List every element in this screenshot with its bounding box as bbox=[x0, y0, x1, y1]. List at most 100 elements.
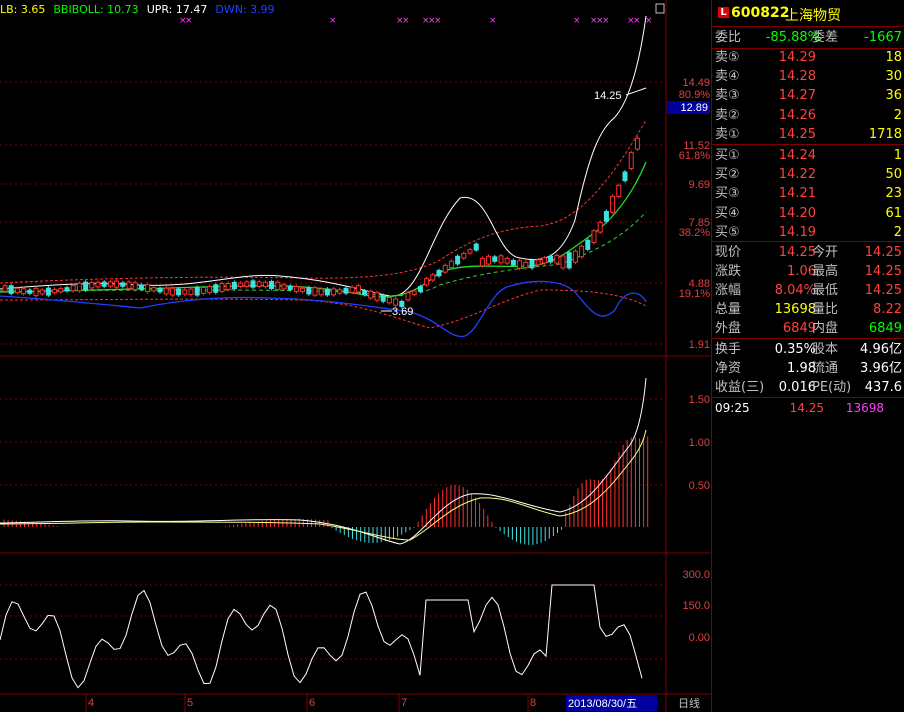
candle bbox=[208, 286, 212, 292]
candle bbox=[3, 286, 7, 292]
row-label: 买② bbox=[715, 165, 740, 184]
sell-level-row: 卖① 14.25 1718 bbox=[712, 125, 904, 144]
candle bbox=[418, 287, 422, 292]
candle bbox=[282, 285, 286, 289]
candle bbox=[201, 288, 205, 294]
high-annotation: 14.25 bbox=[594, 90, 622, 102]
row-value: 0.35% bbox=[760, 340, 816, 359]
svg-text:×: × bbox=[402, 16, 410, 26]
candle bbox=[164, 288, 168, 294]
row-label-2: 最高 bbox=[812, 262, 838, 281]
candle bbox=[71, 286, 75, 291]
candle bbox=[511, 260, 515, 265]
candle bbox=[592, 231, 596, 243]
row-label: 收益(三) bbox=[715, 378, 764, 397]
row-label: 现价 bbox=[715, 243, 741, 262]
candle bbox=[139, 285, 143, 289]
svg-text:×: × bbox=[434, 16, 442, 26]
candle bbox=[28, 290, 32, 293]
macd-tick: 1.50 bbox=[689, 394, 710, 406]
price-tick: 9.69 bbox=[689, 179, 710, 191]
candle bbox=[177, 289, 181, 295]
row-label: 涨幅 bbox=[715, 281, 741, 300]
candle bbox=[152, 288, 156, 291]
candle bbox=[375, 293, 379, 300]
candle bbox=[9, 286, 13, 294]
candle bbox=[90, 283, 94, 288]
row-value-2: 2 bbox=[894, 223, 902, 242]
candle bbox=[239, 283, 243, 286]
cci-tick: 150.0 bbox=[682, 600, 710, 612]
candle bbox=[332, 289, 336, 295]
tick-time: 09:25 bbox=[715, 399, 750, 418]
candle bbox=[363, 291, 367, 295]
stock-code: 600822 bbox=[731, 5, 789, 21]
price-tick: 14.49 bbox=[682, 77, 710, 89]
row-value: 14.25 bbox=[760, 125, 816, 144]
stat-row: 涨跌 1.06 最高 14.25 bbox=[712, 262, 904, 281]
buy-level-row: 买⑤ 14.19 2 bbox=[712, 223, 904, 242]
stat-row: 外盘 6849 内盘 6849 bbox=[712, 319, 904, 338]
svg-text:×: × bbox=[633, 16, 641, 26]
row-value-2: 437.6 bbox=[865, 378, 902, 397]
candle bbox=[65, 288, 69, 291]
buy-level-row: 买② 14.22 50 bbox=[712, 165, 904, 184]
row-label: 卖② bbox=[715, 106, 740, 125]
candle bbox=[232, 282, 236, 288]
row-value-2: 61 bbox=[885, 204, 902, 223]
tick-price: 14.25 bbox=[768, 399, 824, 418]
row-value-2: 30 bbox=[885, 67, 902, 86]
candle bbox=[108, 282, 112, 286]
row-label: 换手 bbox=[715, 340, 741, 359]
sell-level-row: 卖⑤ 14.29 18 bbox=[712, 48, 904, 67]
candle bbox=[59, 289, 63, 292]
fib-label: 80.9% bbox=[679, 89, 710, 101]
sell-level-row: 卖④ 14.28 30 bbox=[712, 67, 904, 86]
candle bbox=[549, 256, 553, 262]
period-label[interactable]: 日线 bbox=[678, 696, 700, 710]
candle bbox=[437, 270, 441, 275]
candle bbox=[96, 282, 100, 287]
kline-chart-area[interactable]: 14.49 11.52 9.69 7.85 4.88 1.91 80.9% 61… bbox=[0, 0, 711, 712]
candle bbox=[40, 290, 44, 294]
row-value-2: 3.96亿 bbox=[860, 359, 902, 378]
row-value: 14.24 bbox=[760, 146, 816, 165]
stat-row: 净资 1.98 流通 3.96亿 bbox=[712, 359, 904, 378]
row-value: 14.28 bbox=[760, 67, 816, 86]
candle bbox=[189, 289, 193, 294]
candle bbox=[301, 288, 305, 291]
candle bbox=[456, 256, 460, 264]
row-label: 卖① bbox=[715, 125, 740, 144]
row-label-2: 流通 bbox=[812, 359, 838, 378]
time-tick: 6 bbox=[309, 697, 315, 709]
candle bbox=[425, 279, 429, 285]
candle bbox=[121, 283, 125, 286]
row-label: 卖④ bbox=[715, 67, 740, 86]
cci-tick: 300.0 bbox=[682, 569, 710, 581]
buy-level-row: 买① 14.24 1 bbox=[712, 146, 904, 165]
candle bbox=[46, 288, 50, 295]
candle bbox=[84, 282, 88, 290]
row-value-2: 18 bbox=[885, 48, 902, 67]
candle bbox=[288, 286, 292, 290]
row-value-2: 6849 bbox=[869, 319, 902, 338]
candle bbox=[369, 291, 373, 298]
candle bbox=[195, 287, 199, 295]
candle bbox=[270, 282, 274, 289]
row-value-2: 14.25 bbox=[865, 262, 902, 281]
candle bbox=[493, 257, 497, 261]
candle bbox=[214, 285, 218, 292]
stat-row: 收益(三) 0.016 PE(动) 437.6 bbox=[712, 378, 904, 397]
dwn-value: DWN: 3.99 bbox=[215, 3, 274, 16]
row-label: 买③ bbox=[715, 184, 740, 203]
row-value-2: 36 bbox=[885, 86, 902, 105]
candle bbox=[524, 262, 528, 267]
candle bbox=[245, 282, 249, 287]
row-label-2: PE(动) bbox=[812, 378, 851, 397]
candle bbox=[536, 260, 540, 265]
candle bbox=[77, 283, 81, 291]
candle bbox=[530, 260, 534, 267]
row-value: 14.25 bbox=[760, 243, 816, 262]
cci-tick: 0.00 bbox=[689, 632, 710, 644]
buy-level-row: 买④ 14.20 61 bbox=[712, 204, 904, 223]
